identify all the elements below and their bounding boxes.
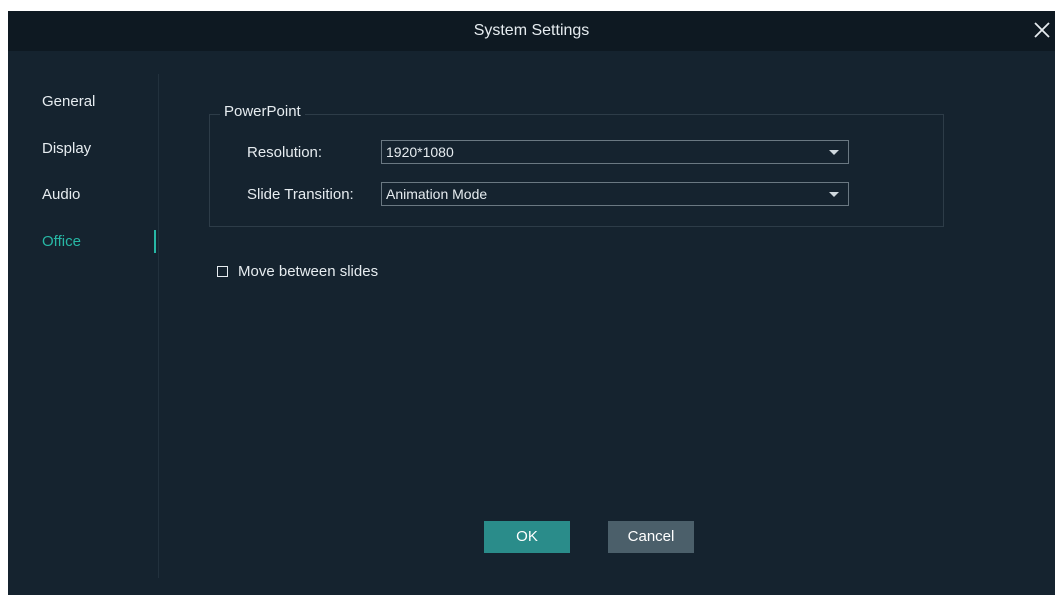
settings-sidebar — [8, 51, 158, 595]
sidebar-item-general[interactable]: General — [42, 90, 152, 114]
move-between-slides-checkbox[interactable] — [217, 266, 228, 277]
sidebar-item-display[interactable]: Display — [42, 137, 152, 161]
chevron-down-icon — [829, 150, 839, 155]
ok-button[interactable]: OK — [484, 521, 570, 553]
powerpoint-group-title: PowerPoint — [220, 101, 305, 123]
sidebar-item-office[interactable]: Office — [42, 230, 152, 254]
resolution-label: Resolution: — [247, 144, 323, 161]
resolution-value: 1920*1080 — [386, 144, 454, 160]
active-tab-indicator — [154, 230, 156, 253]
cancel-button[interactable]: Cancel — [608, 521, 694, 553]
sidebar-divider — [158, 74, 159, 578]
slide-transition-label: Slide Transition: — [247, 186, 354, 203]
powerpoint-group — [209, 114, 944, 227]
window-title: System Settings — [473, 22, 590, 39]
slide-transition-dropdown[interactable]: Animation Mode — [381, 182, 849, 206]
move-between-slides-label: Move between slides — [238, 263, 379, 280]
resolution-dropdown[interactable]: 1920*1080 — [381, 140, 849, 164]
sidebar-item-audio[interactable]: Audio — [42, 183, 152, 207]
close-icon[interactable] — [1031, 19, 1053, 41]
system-settings-dialog: System Settings General Display Audio Of… — [8, 11, 1055, 595]
slide-transition-value: Animation Mode — [386, 186, 488, 202]
chevron-down-icon — [829, 192, 839, 197]
title-bar: System Settings — [8, 11, 1055, 51]
